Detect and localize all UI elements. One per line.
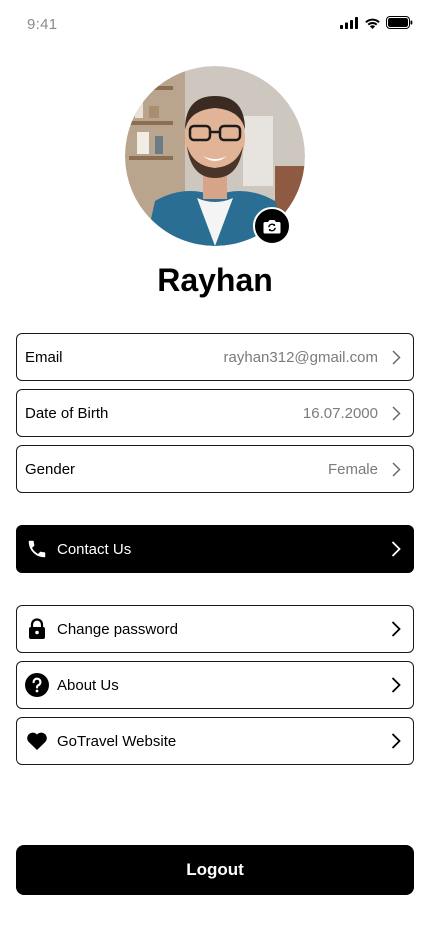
change-password-row[interactable]: Change password	[16, 605, 414, 653]
date-of-birth-value: 16.07.2000	[302, 404, 378, 422]
email-value: rayhan312@gmail.com	[223, 348, 378, 366]
logout-button[interactable]: Logout	[16, 845, 414, 895]
chevron-right-icon	[391, 541, 401, 557]
about-us-row[interactable]: About Us	[16, 661, 414, 709]
chevron-right-icon	[391, 733, 401, 749]
email-row[interactable]: Email rayhan312@gmail.com	[16, 333, 414, 381]
gender-value: Female	[327, 460, 378, 478]
question-circle-icon	[25, 673, 49, 697]
wifi-icon	[365, 18, 380, 29]
chevron-right-icon	[391, 677, 401, 693]
chevron-right-icon	[392, 405, 401, 421]
gotravel-website-row[interactable]: GoTravel Website	[16, 717, 414, 765]
date-of-birth-row[interactable]: Date of Birth 16.07.2000	[16, 389, 414, 437]
status-icons	[340, 16, 413, 29]
profile-screen: 9:41 Rayhan Email rayhan312@gmail.com Da…	[0, 0, 430, 932]
gender-row[interactable]: Gender Female	[16, 445, 414, 493]
status-bar: 9:41	[0, 0, 430, 50]
chevron-right-icon	[392, 349, 401, 365]
gender-label: Gender	[25, 460, 76, 478]
contact-us-button[interactable]: Contact Us	[16, 525, 414, 573]
lock-icon	[25, 617, 49, 641]
change-password-label: Change password	[57, 620, 178, 638]
chevron-right-icon	[391, 621, 401, 637]
avatar-container	[125, 66, 305, 246]
camera-switch-icon	[263, 219, 281, 233]
heart-icon	[25, 729, 49, 753]
about-us-label: About Us	[57, 676, 119, 694]
cellular-signal-icon	[340, 16, 358, 29]
profile-name: Rayhan	[157, 262, 273, 298]
contact-us-label: Contact Us	[57, 540, 132, 558]
status-time: 9:41	[27, 16, 58, 33]
date-of-birth-label: Date of Birth	[25, 404, 109, 422]
change-photo-button[interactable]	[253, 207, 291, 245]
email-label: Email	[25, 348, 63, 366]
phone-icon	[25, 537, 49, 561]
gotravel-website-label: GoTravel Website	[57, 732, 177, 750]
chevron-right-icon	[392, 461, 401, 477]
battery-icon	[386, 16, 413, 29]
